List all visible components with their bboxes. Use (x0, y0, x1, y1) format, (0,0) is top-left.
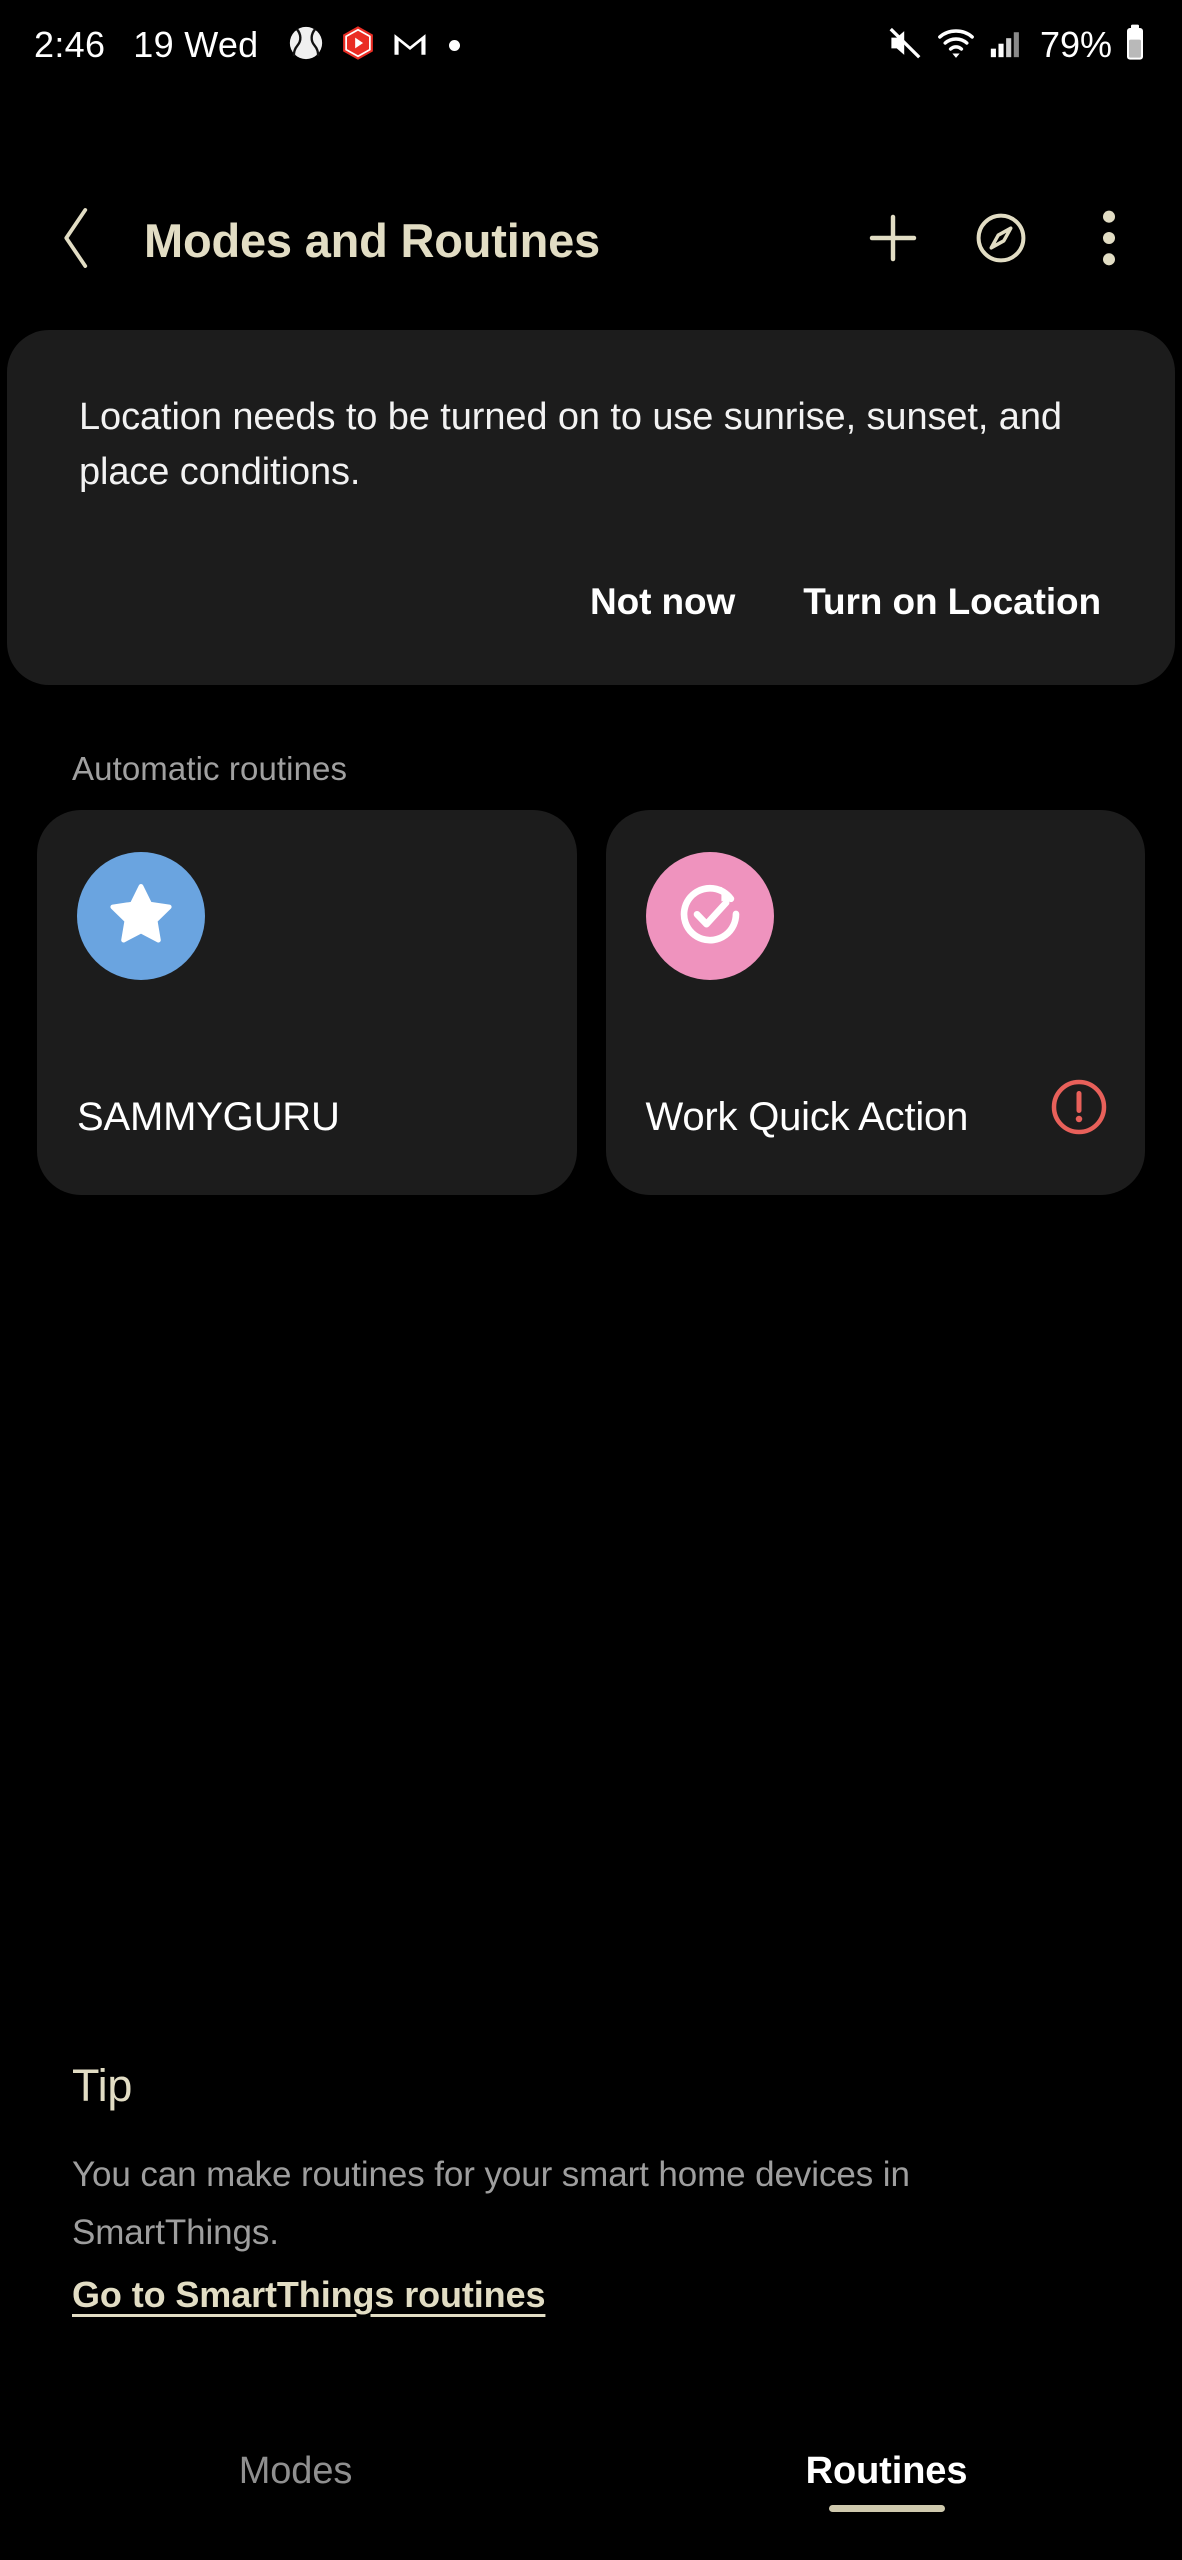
routine-card[interactable]: SAMMYGURU (37, 810, 577, 1195)
sports-baseball-icon (287, 24, 325, 67)
tab-routines[interactable]: Routines (591, 2450, 1182, 2560)
tip-body: You can make routines for your smart hom… (72, 2155, 910, 2252)
status-bar-date: 19 Wed (133, 24, 259, 65)
status-bar-clock: 2:46 (34, 24, 106, 65)
add-routine-button[interactable] (862, 209, 924, 271)
tip-section: Tip You can make routines for your smart… (72, 2060, 1092, 2316)
star-icon (105, 878, 177, 955)
tab-modes[interactable]: Modes (0, 2450, 591, 2560)
battery-icon (1124, 23, 1146, 68)
tab-modes-label: Modes (238, 2450, 353, 2492)
automatic-routines-section-label: Automatic routines (72, 750, 348, 787)
routine-name: Work Quick Action (645, 1095, 969, 1139)
page-title: Modes and Routines (144, 213, 600, 267)
compass-icon (973, 210, 1029, 271)
back-button[interactable] (56, 205, 112, 275)
not-now-button[interactable]: Not now (556, 567, 769, 637)
tip-title: Tip (72, 2060, 133, 2111)
routine-card[interactable]: Work Quick Action (605, 810, 1145, 1195)
rotate-check-icon (672, 876, 748, 957)
routine-name: SAMMYGURU (77, 1095, 340, 1139)
overflow-menu-button[interactable] (1078, 209, 1140, 271)
more-notifications-dot (448, 39, 460, 51)
gmail-icon (391, 24, 429, 67)
more-vertical-icon (1099, 207, 1119, 274)
battery-percent-label: 79% (1039, 24, 1112, 65)
mute-icon (886, 24, 924, 67)
routine-avatar (77, 852, 205, 980)
location-permission-message: Location needs to be turned on to use su… (79, 396, 1062, 493)
cellular-signal-icon (988, 24, 1022, 67)
status-bar-right: 79% (886, 23, 1146, 68)
routine-warning-icon[interactable] (1049, 1077, 1109, 1137)
status-bar: 2:46 19 Wed 79% (0, 0, 1182, 90)
location-permission-actions: Not now Turn on Location (556, 567, 1135, 637)
turn-on-location-button[interactable]: Turn on Location (769, 567, 1135, 637)
routine-card-list: SAMMYGURU Work Quick Action (37, 810, 1145, 1195)
app-header-actions (862, 209, 1140, 271)
chevron-left-icon (56, 205, 98, 276)
routine-avatar (645, 852, 774, 980)
discover-button[interactable] (970, 209, 1032, 271)
plus-icon (865, 210, 921, 271)
tab-routines-indicator (828, 2505, 945, 2512)
app-header: Modes and Routines (0, 185, 1182, 295)
location-permission-card: Location needs to be turned on to use su… (7, 330, 1175, 685)
status-bar-left: 2:46 19 Wed (34, 24, 460, 67)
notification-icons (287, 24, 460, 67)
wifi-icon (936, 24, 976, 67)
tab-routines-label: Routines (805, 2450, 968, 2492)
youtube-play-icon (339, 24, 377, 67)
go-to-smartthings-routines-link[interactable]: Go to SmartThings routines (72, 2274, 546, 2316)
bottom-tab-bar: Modes Routines (0, 2450, 1182, 2560)
